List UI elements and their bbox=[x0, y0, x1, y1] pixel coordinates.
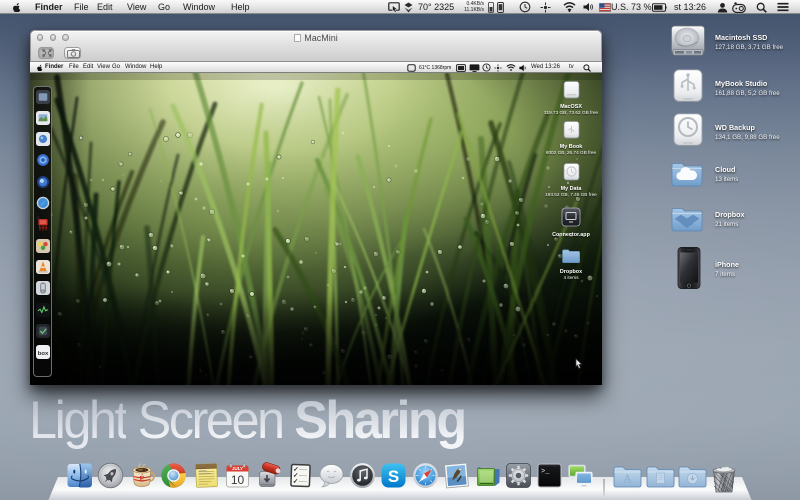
svg-text:É: É bbox=[139, 473, 144, 483]
svg-text:S: S bbox=[388, 467, 399, 486]
svg-text:box: box bbox=[38, 351, 49, 357]
svg-text:>_: >_ bbox=[541, 468, 550, 476]
svg-text:A: A bbox=[623, 471, 633, 486]
svg-text:✓: ✓ bbox=[293, 478, 299, 485]
svg-text:JULY: JULY bbox=[232, 466, 243, 471]
svg-text:10: 10 bbox=[231, 473, 245, 487]
